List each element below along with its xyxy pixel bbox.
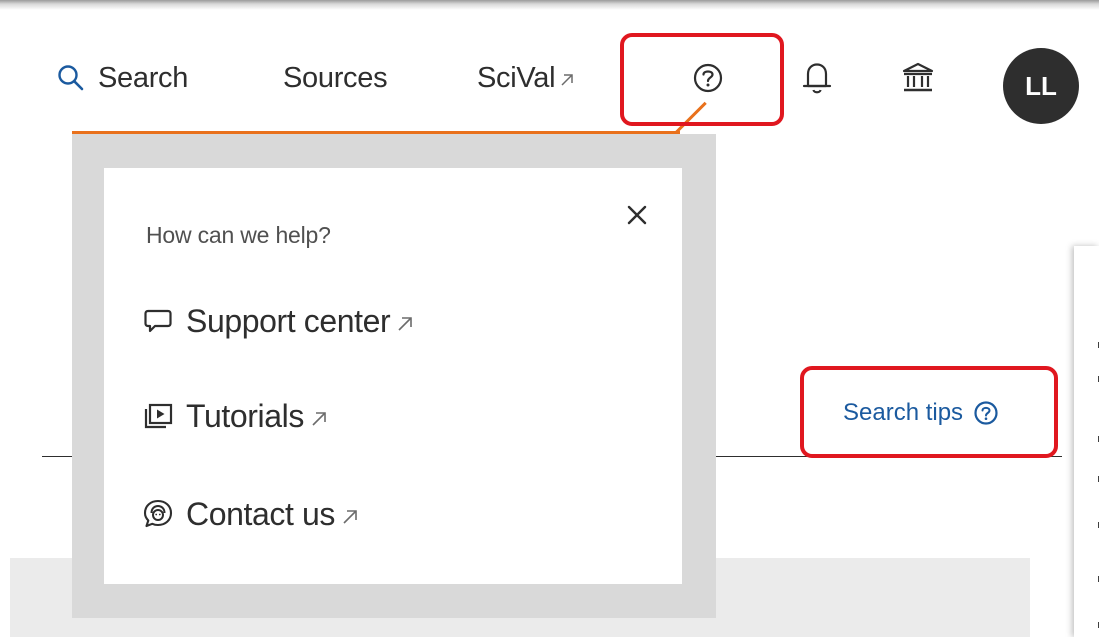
support-center-label: Support center bbox=[186, 302, 391, 339]
close-button[interactable] bbox=[622, 200, 652, 230]
bell-icon bbox=[802, 63, 832, 94]
contact-us-link[interactable]: Contact us bbox=[142, 492, 359, 536]
tutorials-label: Tutorials bbox=[186, 397, 304, 434]
external-link-icon bbox=[312, 412, 326, 426]
institution-icon bbox=[902, 62, 934, 92]
search-tips-label: Search tips bbox=[843, 399, 964, 426]
question-circle-icon bbox=[974, 401, 998, 425]
nav-sources-link[interactable]: Sources bbox=[283, 58, 388, 98]
user-avatar[interactable]: LL bbox=[1003, 48, 1079, 124]
institution-button[interactable] bbox=[898, 58, 938, 98]
avatar-initials: LL bbox=[1025, 70, 1057, 101]
support-center-link[interactable]: Support center bbox=[142, 299, 414, 343]
right-side-panel bbox=[1074, 246, 1099, 637]
nav-search-link[interactable]: Search bbox=[56, 58, 188, 98]
chat-bubble-icon bbox=[144, 309, 172, 333]
help-menu-heading: How can we help? bbox=[146, 222, 331, 248]
nav-scival-link[interactable]: SciVal bbox=[477, 58, 575, 98]
external-link-icon bbox=[343, 510, 357, 524]
contact-support-icon bbox=[143, 499, 173, 528]
external-link-icon bbox=[561, 74, 573, 86]
search-icon bbox=[58, 65, 84, 91]
top-navigation: Search Sources SciVal LL bbox=[0, 0, 1099, 140]
notifications-button[interactable] bbox=[797, 58, 837, 98]
search-tips-link[interactable]: Search tips bbox=[843, 397, 999, 429]
tutorials-link[interactable]: Tutorials bbox=[142, 394, 328, 438]
nav-sources-label: Sources bbox=[283, 61, 388, 94]
video-library-icon bbox=[144, 403, 173, 429]
contact-us-label: Contact us bbox=[186, 495, 335, 532]
nav-scival-label: SciVal bbox=[477, 61, 556, 94]
question-circle-icon bbox=[693, 63, 723, 93]
external-link-icon bbox=[398, 317, 413, 331]
nav-search-label: Search bbox=[98, 61, 189, 94]
close-icon bbox=[627, 205, 647, 225]
help-button[interactable] bbox=[688, 58, 728, 98]
